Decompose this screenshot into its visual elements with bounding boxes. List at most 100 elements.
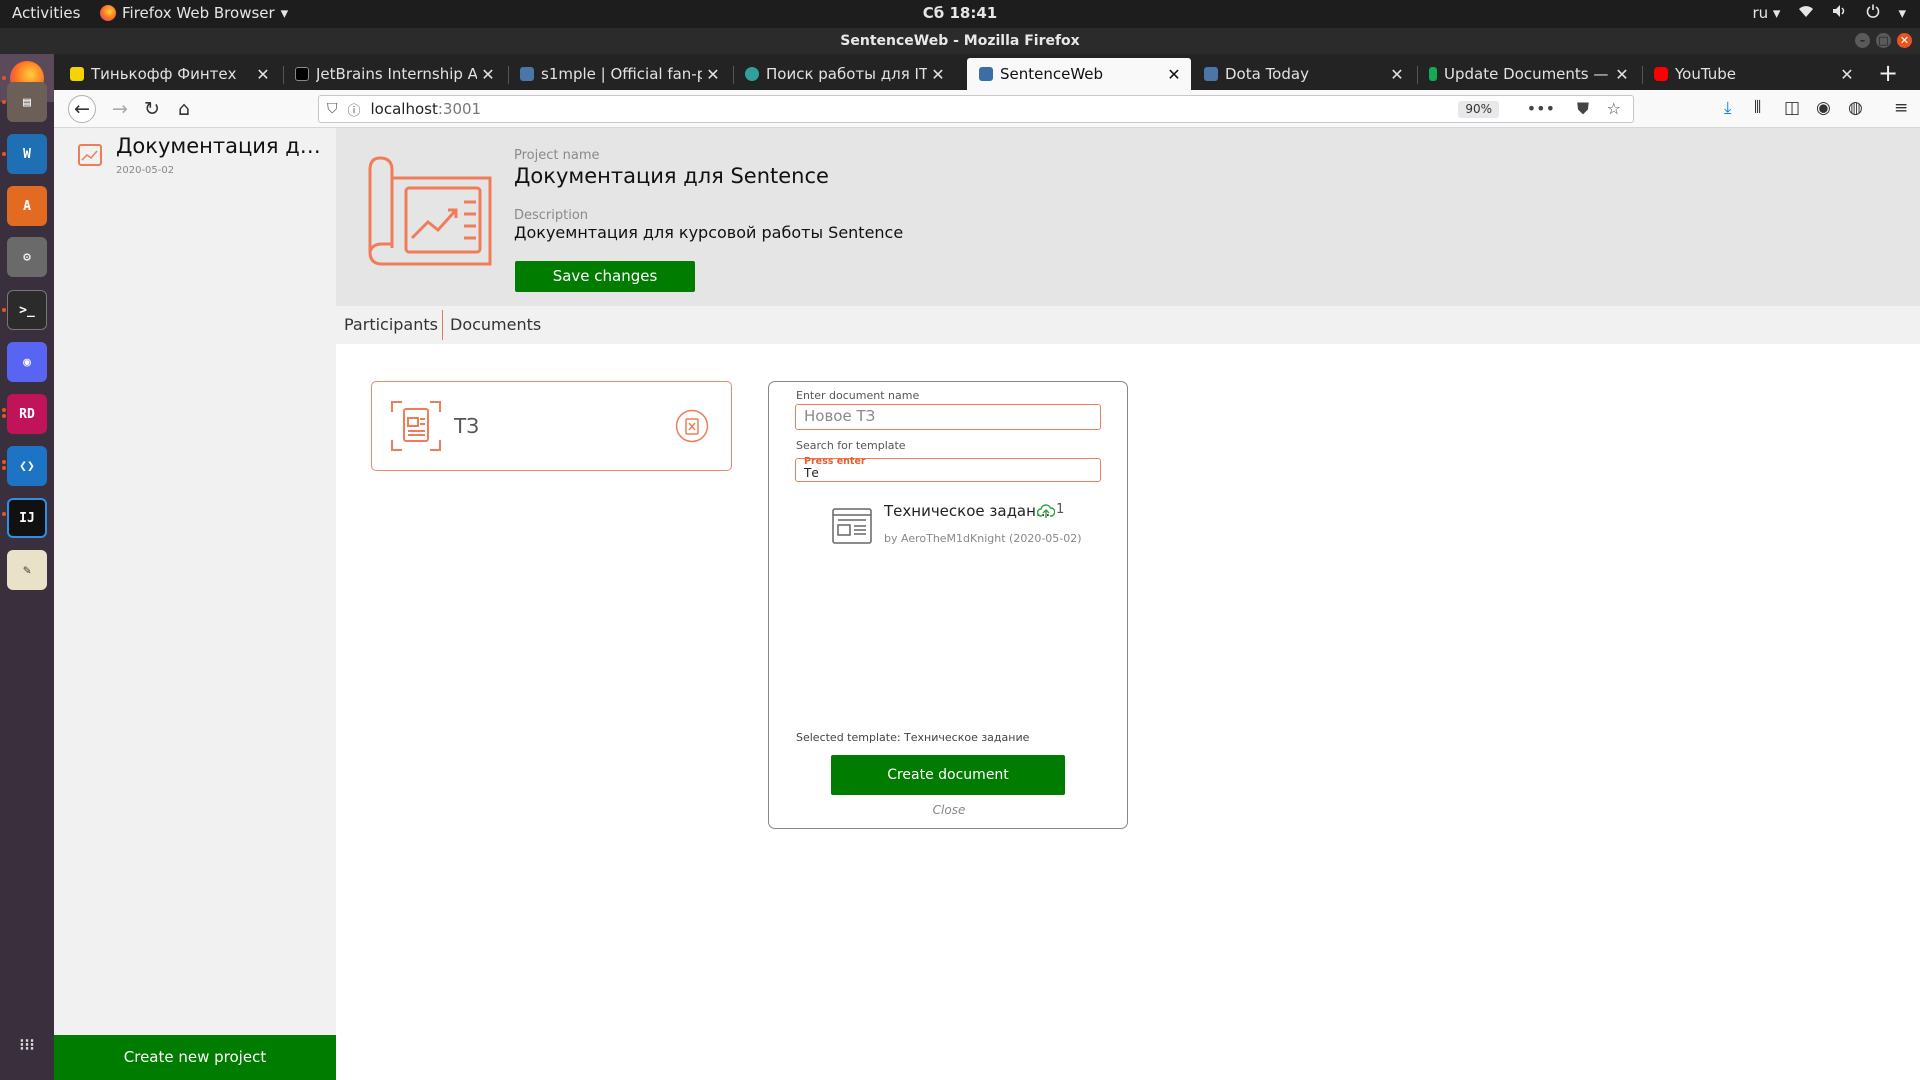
dock-software[interactable]: A	[7, 186, 47, 226]
downloads-icon[interactable]: ⤓	[1724, 98, 1732, 118]
reload-button[interactable]: ↻	[138, 95, 166, 123]
tab-tinkoff[interactable]: Тинькофф Финтех ✕	[58, 58, 280, 90]
vk-icon	[1204, 67, 1218, 81]
account-icon[interactable]: ◉	[1816, 98, 1831, 118]
close-icon[interactable]: ✕	[1163, 65, 1185, 84]
close-icon[interactable]: ✕	[477, 65, 499, 84]
home-button[interactable]: ⌂	[170, 95, 198, 123]
project-list-item[interactable]: Документация для Sentence 2020-05-02	[54, 128, 336, 184]
volume-icon	[1832, 4, 1848, 22]
template-icon	[832, 508, 872, 548]
dock-settings[interactable]: ⚙	[7, 237, 47, 277]
forward-button[interactable]: →	[106, 95, 134, 123]
sidebar-icon[interactable]: ◫	[1784, 98, 1800, 118]
url-host: localhost	[370, 100, 438, 118]
create-document-button[interactable]: Create document	[831, 755, 1065, 795]
document-name-label: Enter document name	[796, 389, 920, 402]
tab-label: SentenceWeb	[1000, 65, 1104, 83]
tab-sentenceweb[interactable]: SentenceWeb ✕	[967, 58, 1191, 90]
info-icon[interactable]: ⓘ	[348, 100, 361, 119]
template-search-input[interactable]: Press enter Те	[795, 456, 1101, 482]
system-tray[interactable]: ru ▾ ▾	[1752, 4, 1906, 22]
app-menu[interactable]: Firefox Web Browser ▾	[100, 4, 288, 22]
close-icon[interactable]: ✕	[702, 65, 724, 84]
library-icon[interactable]: ⫴	[1754, 98, 1761, 118]
back-button[interactable]: ←	[68, 95, 96, 123]
page-actions-icon[interactable]: •••	[1527, 99, 1555, 118]
document-name-placeholder: Новое ТЗ	[804, 407, 876, 425]
template-result-item[interactable]: Техническое задан... 1 by AeroTheM1dKnig…	[832, 502, 1092, 554]
intellij-icon: IJ	[19, 510, 35, 526]
language-indicator[interactable]: ru ▾	[1752, 4, 1780, 22]
dock-writer[interactable]: W	[7, 134, 47, 174]
bookmark-star-icon[interactable]: ☆	[1607, 99, 1621, 118]
files-icon: ▤	[23, 94, 31, 110]
tab-jetbrains[interactable]: JetBrains Internship App ✕	[283, 58, 505, 90]
tab-documents[interactable]: Documents	[450, 306, 541, 344]
tab-update-documents[interactable]: Update Documents — M ✕	[1417, 58, 1639, 90]
template-search-value: Те	[804, 466, 819, 480]
firefox-icon	[100, 5, 116, 21]
minimize-button[interactable]: –	[1855, 33, 1870, 48]
dock-rider[interactable]: RD	[7, 394, 47, 434]
dock-intellij[interactable]: IJ	[7, 498, 47, 538]
close-window-button[interactable]: ✕	[1897, 33, 1912, 48]
close-panel-link[interactable]: Close	[769, 803, 1129, 817]
tab-label: Тинькофф Финтех	[91, 65, 237, 83]
close-icon[interactable]: ✕	[252, 65, 274, 84]
tab-s1mple[interactable]: s1mple | Official fan-pag ✕	[508, 58, 730, 90]
document-name-input[interactable]: Новое ТЗ	[795, 404, 1101, 430]
dock-vscode[interactable]: ❮❯	[7, 446, 47, 486]
dock-discord[interactable]: ◉	[7, 342, 47, 382]
dock-files[interactable]: ▤	[7, 82, 47, 122]
tab-participants[interactable]: Participants	[344, 306, 438, 344]
zoom-indicator[interactable]: 90%	[1458, 101, 1499, 118]
document-card[interactable]: ТЗ	[371, 381, 732, 471]
launcher-dock: ▤ W A ⚙ >_ ◉ RD ❮❯ IJ ✎ ⁝⁝⁝	[0, 54, 54, 1080]
apps-grid-icon: ⁝⁝⁝	[19, 1034, 35, 1054]
project-name-label: Project name	[514, 148, 600, 163]
tab-label: Поиск работы для IT-сп	[766, 65, 927, 83]
project-subtabs: Participants Documents	[336, 306, 1920, 344]
tab-divider	[442, 310, 443, 340]
tab-label: Dota Today	[1225, 65, 1309, 83]
tab-label: YouTube	[1675, 65, 1736, 83]
create-project-button[interactable]: Create new project	[54, 1035, 336, 1080]
close-icon[interactable]: ✕	[1836, 65, 1858, 84]
tab-job-search[interactable]: Поиск работы для IT-сп ✕	[733, 58, 955, 90]
tab-dota-today[interactable]: Dota Today ✕	[1192, 58, 1414, 90]
extension-globe-icon[interactable]: ◍	[1848, 98, 1863, 118]
vscode-icon: ❮❯	[19, 458, 35, 474]
rider-icon: RD	[19, 406, 35, 422]
create-document-panel: Enter document name Новое ТЗ Search for …	[768, 381, 1128, 829]
shield-icon[interactable]: ⛉	[327, 101, 338, 117]
tab-youtube[interactable]: YouTube ✕	[1642, 58, 1864, 90]
delete-document-icon[interactable]	[675, 409, 709, 447]
document-icon	[390, 400, 442, 456]
hamburger-menu-icon[interactable]: ≡	[1894, 98, 1908, 118]
dock-show-apps[interactable]: ⁝⁝⁝	[7, 1024, 47, 1064]
text-editor-icon: ✎	[23, 562, 31, 578]
maximize-button[interactable]: □	[1876, 33, 1891, 48]
vk-icon	[520, 67, 534, 81]
project-date: 2020-05-02	[116, 165, 175, 176]
new-tab-button[interactable]: +	[1872, 58, 1904, 90]
youtube-icon	[1654, 67, 1668, 81]
activities-button[interactable]: Activities	[12, 4, 80, 22]
window-controls: – □ ✕	[1855, 33, 1912, 48]
project-name-value[interactable]: Документация для Sentence	[514, 164, 829, 188]
description-label: Description	[514, 208, 589, 223]
dock-terminal[interactable]: >_	[7, 290, 47, 330]
url-bar[interactable]: ⛉ ⓘ localhost:3001 90% ••• ⛊ ☆	[318, 95, 1634, 123]
close-icon[interactable]: ✕	[1611, 65, 1633, 84]
template-title: Техническое задан...	[884, 502, 1051, 520]
close-icon[interactable]: ✕	[1386, 65, 1408, 84]
description-value[interactable]: Докуемнтация для курсовой работы Sentenc…	[514, 223, 903, 242]
close-icon[interactable]: ✕	[927, 65, 949, 84]
template-search-label: Search for template	[796, 439, 906, 452]
dock-text-editor[interactable]: ✎	[7, 550, 47, 590]
blueprint-chart-icon	[366, 152, 494, 278]
pocket-icon[interactable]: ⛊	[1577, 99, 1589, 119]
save-changes-button[interactable]: Save changes	[515, 261, 695, 292]
selected-template-value: Техническое задание	[904, 731, 1030, 744]
